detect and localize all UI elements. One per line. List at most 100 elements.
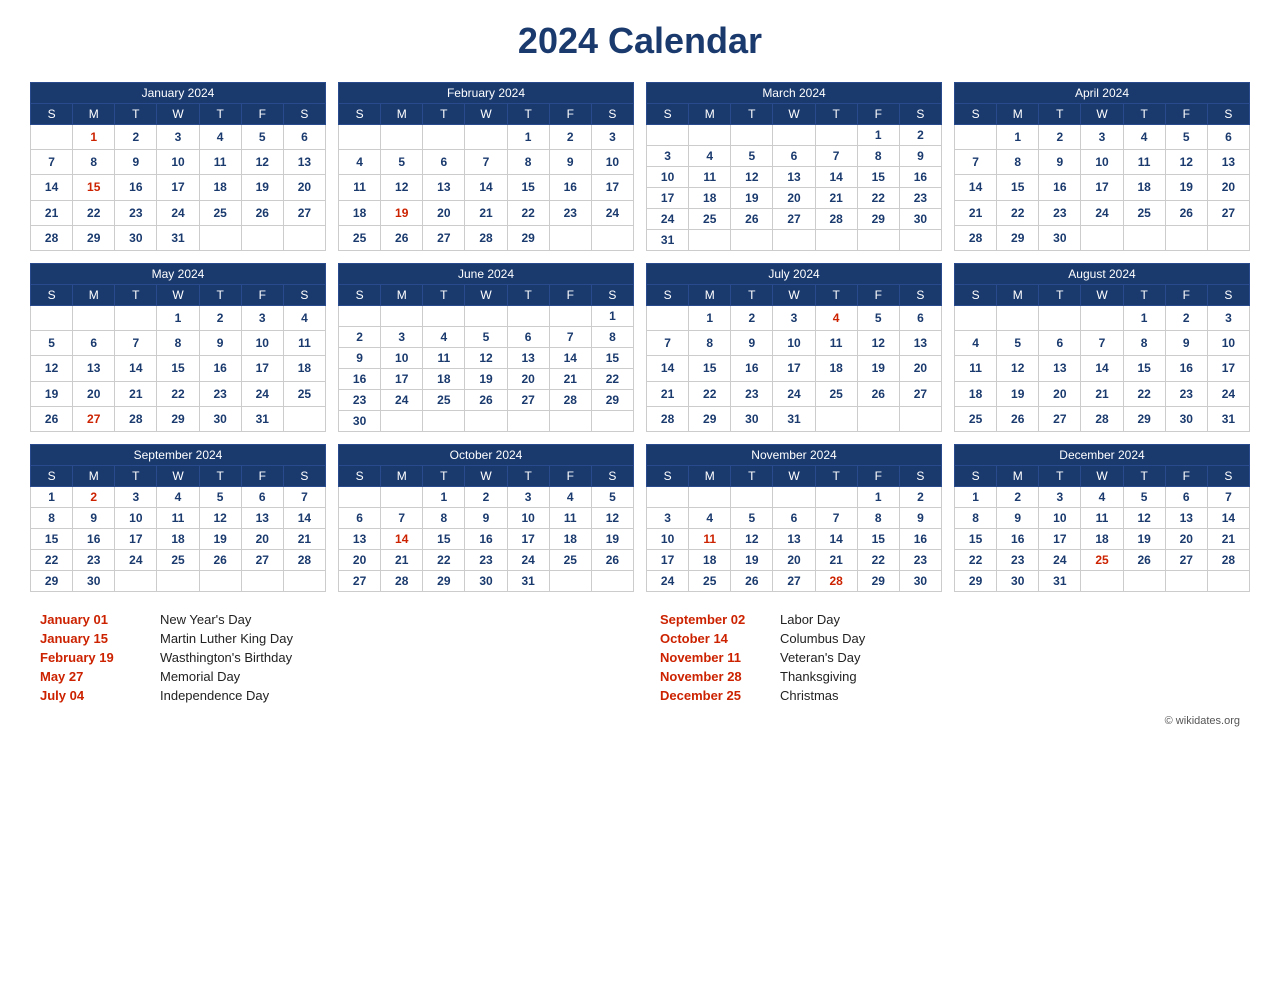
calendar-day: 19 [1165, 175, 1207, 200]
day-header: T [199, 104, 241, 125]
calendar-day: 9 [1165, 331, 1207, 356]
calendar-day [1123, 571, 1165, 592]
calendar-day: 20 [1039, 381, 1081, 406]
calendar-day: 4 [423, 327, 465, 348]
holiday-row: November 28Thanksgiving [660, 669, 1240, 684]
calendar-day: 5 [731, 146, 773, 167]
day-header: W [773, 466, 815, 487]
calendar-day: 6 [339, 508, 381, 529]
month-header: October 2024 [339, 445, 634, 466]
calendar-day [899, 406, 941, 431]
calendar-day [199, 571, 241, 592]
calendar-day: 30 [1165, 406, 1207, 431]
day-header: W [465, 466, 507, 487]
calendar-day: 10 [157, 150, 199, 175]
calendar-day: 28 [1081, 406, 1123, 431]
calendar-day [955, 306, 997, 331]
calendar-day: 31 [1039, 571, 1081, 592]
day-header: W [157, 466, 199, 487]
calendar-day: 19 [31, 381, 73, 406]
calendar-day: 12 [731, 529, 773, 550]
calendar-day: 30 [73, 571, 115, 592]
calendar-day: 29 [31, 571, 73, 592]
holiday-name: Christmas [780, 688, 839, 703]
calendar-day [157, 571, 199, 592]
holiday-name: Wasthington's Birthday [160, 650, 292, 665]
day-header: S [591, 104, 633, 125]
calendar-day: 10 [381, 348, 423, 369]
calendar-day [283, 571, 325, 592]
day-header: T [1039, 285, 1081, 306]
calendar-day: 13 [423, 175, 465, 200]
calendar-day [549, 571, 591, 592]
day-header: S [899, 466, 941, 487]
calendar-day: 25 [689, 571, 731, 592]
day-header: F [1165, 285, 1207, 306]
month-table: December 2024SMTWTFS12345678910111213141… [954, 444, 1250, 592]
month-header: July 2024 [647, 264, 942, 285]
calendar-day: 23 [899, 188, 941, 209]
calendar-day: 4 [199, 125, 241, 150]
calendar-grid: January 2024SMTWTFS123456789101112131415… [20, 82, 1260, 592]
calendar-day [899, 230, 941, 251]
calendar-day: 14 [1207, 508, 1249, 529]
holidays-left-column: January 01New Year's DayJanuary 15Martin… [40, 612, 620, 707]
day-header: T [1039, 104, 1081, 125]
calendar-day: 5 [199, 487, 241, 508]
calendar-day: 11 [339, 175, 381, 200]
calendar-day: 18 [339, 200, 381, 225]
day-header: T [731, 285, 773, 306]
calendar-day [31, 306, 73, 331]
calendar-day: 5 [731, 508, 773, 529]
calendar-day [31, 125, 73, 150]
holiday-name: Columbus Day [780, 631, 865, 646]
calendar-day [339, 306, 381, 327]
calendar-day: 6 [899, 306, 941, 331]
month-table: February 2024SMTWTFS12345678910111213141… [338, 82, 634, 251]
calendar-day: 10 [1081, 150, 1123, 175]
calendar-day: 16 [199, 356, 241, 381]
calendar-day: 2 [899, 487, 941, 508]
calendar-day: 8 [591, 327, 633, 348]
calendar-day: 29 [997, 225, 1039, 250]
calendar-day: 5 [1123, 487, 1165, 508]
calendar-day [381, 125, 423, 150]
calendar-day: 18 [283, 356, 325, 381]
calendar-day: 13 [1165, 508, 1207, 529]
day-header: T [115, 466, 157, 487]
calendar-day: 26 [1123, 550, 1165, 571]
calendar-day: 11 [423, 348, 465, 369]
calendar-day: 19 [1123, 529, 1165, 550]
day-header: S [591, 285, 633, 306]
calendar-day: 8 [857, 146, 899, 167]
calendar-day: 1 [689, 306, 731, 331]
calendar-day: 17 [115, 529, 157, 550]
calendar-day: 14 [1081, 356, 1123, 381]
calendar-day: 12 [997, 356, 1039, 381]
calendar-day: 18 [689, 188, 731, 209]
calendar-day: 11 [689, 167, 731, 188]
calendar-day: 21 [465, 200, 507, 225]
calendar-day: 19 [857, 356, 899, 381]
month-table: March 2024SMTWTFS12345678910111213141516… [646, 82, 942, 251]
calendar-day: 20 [283, 175, 325, 200]
page-title: 2024 Calendar [20, 20, 1260, 62]
day-header: W [465, 104, 507, 125]
calendar-day: 18 [157, 529, 199, 550]
calendar-day: 12 [1165, 150, 1207, 175]
calendar-day: 6 [773, 508, 815, 529]
calendar-day: 29 [591, 390, 633, 411]
calendar-day: 4 [815, 306, 857, 331]
calendar-day: 24 [115, 550, 157, 571]
calendar-day: 21 [115, 381, 157, 406]
month-table: November 2024SMTWTFS12345678910111213141… [646, 444, 942, 592]
calendar-day: 16 [73, 529, 115, 550]
calendar-day: 23 [339, 390, 381, 411]
day-header: W [465, 285, 507, 306]
calendar-day: 27 [773, 571, 815, 592]
calendar-day: 4 [955, 331, 997, 356]
holiday-name: Independence Day [160, 688, 269, 703]
calendar-day: 14 [815, 167, 857, 188]
calendar-day: 27 [1165, 550, 1207, 571]
calendar-day: 10 [591, 150, 633, 175]
